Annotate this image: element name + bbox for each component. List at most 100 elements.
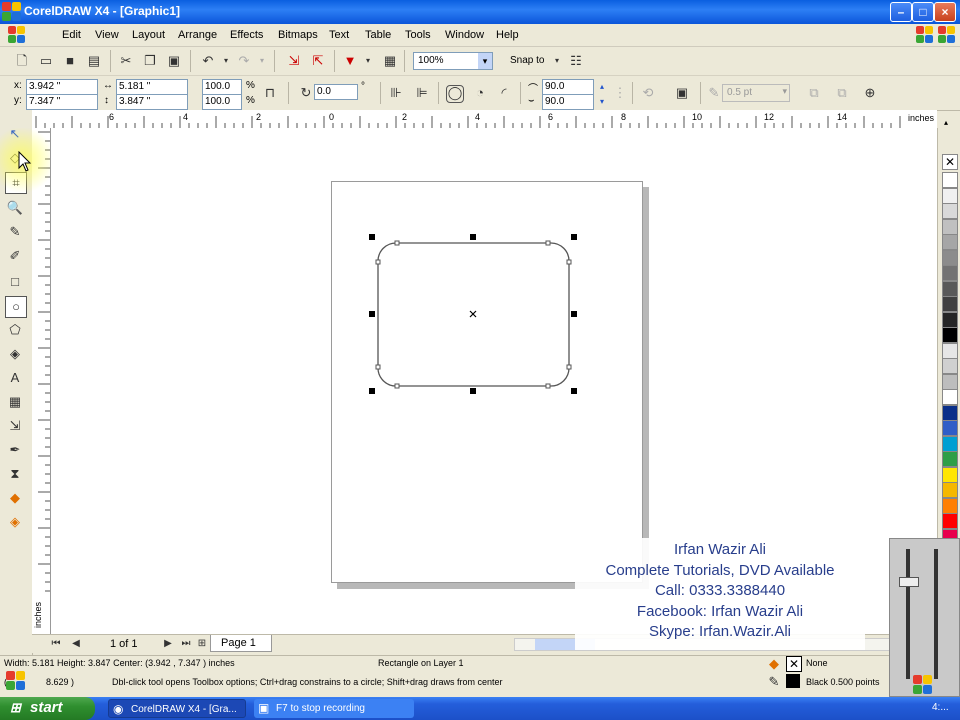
corner-node[interactable]: [545, 240, 551, 246]
y-position-field[interactable]: 7.347 ": [26, 94, 98, 110]
handle-bottom-right[interactable]: [571, 388, 577, 394]
open-folder-icon[interactable]: ▭: [38, 53, 54, 69]
palette-color-swatch[interactable]: [942, 234, 958, 250]
corner-node[interactable]: [394, 383, 400, 389]
handle-middle-left[interactable]: [369, 311, 375, 317]
export-icon[interactable]: ⇱: [310, 53, 326, 69]
undo-icon[interactable]: ↶: [200, 53, 216, 69]
corner-node[interactable]: [375, 259, 381, 265]
palette-color-swatch[interactable]: [942, 435, 958, 452]
palette-color-swatch[interactable]: [942, 311, 958, 328]
mirror-horizontal-icon[interactable]: ⊪: [388, 85, 404, 101]
corner-node[interactable]: [566, 364, 572, 370]
fill-none-swatch[interactable]: ✕: [786, 656, 802, 672]
first-page-icon[interactable]: ⏮: [48, 636, 64, 652]
polygon-tool-icon[interactable]: ⬠: [5, 320, 25, 340]
fill-tool-icon[interactable]: ◆: [5, 488, 25, 508]
start-button[interactable]: ⊞ start: [0, 697, 95, 720]
chamfered-corner-icon[interactable]: ◜: [496, 85, 512, 101]
volume-track[interactable]: [906, 549, 910, 679]
print-icon[interactable]: ▤: [86, 53, 102, 69]
volume-slider-thumb[interactable]: [899, 577, 919, 587]
text-tool-icon[interactable]: A: [5, 368, 25, 388]
palette-color-swatch[interactable]: [942, 358, 958, 374]
mirror-vertical-icon[interactable]: ⊫: [414, 85, 430, 101]
menu-view[interactable]: View: [95, 29, 119, 41]
palette-color-swatch[interactable]: [942, 296, 958, 312]
import-icon[interactable]: ⇲: [286, 53, 302, 69]
lock-corners-icon[interactable]: ⋮: [612, 85, 628, 101]
horizontal-ruler[interactable]: 6 4 2 0 2 4 6 8 10 12 14 inches: [32, 110, 937, 129]
table-tool-icon[interactable]: ▦: [5, 392, 25, 412]
wrap-text-icon[interactable]: ⟲: [640, 85, 656, 101]
handle-top-left[interactable]: [369, 234, 375, 240]
last-page-icon[interactable]: ⏭: [178, 636, 194, 652]
palette-color-swatch[interactable]: [942, 265, 958, 281]
menu-bitmaps[interactable]: Bitmaps: [278, 29, 318, 41]
options-icon[interactable]: ☷: [568, 53, 584, 69]
corner-node[interactable]: [545, 383, 551, 389]
palette-color-swatch[interactable]: [942, 327, 958, 343]
zoom-tool-icon[interactable]: 🔍: [5, 198, 25, 218]
palette-color-swatch[interactable]: [942, 497, 958, 514]
palette-color-swatch[interactable]: [942, 187, 958, 204]
zoom-level-select[interactable]: 100% ▾: [413, 52, 493, 70]
menu-window[interactable]: Window: [445, 29, 484, 41]
lock-ratio-icon[interactable]: ⊓: [262, 85, 278, 101]
palette-color-swatch[interactable]: [942, 218, 958, 235]
cut-icon[interactable]: ✂: [118, 53, 134, 69]
corner-radius-top-field[interactable]: 90.0: [542, 79, 594, 95]
target-icon[interactable]: ⊕: [862, 85, 878, 101]
interactive-blend-tool-icon[interactable]: ⧗: [5, 464, 25, 484]
palette-color-swatch[interactable]: [942, 203, 958, 219]
menu-arrange[interactable]: Arrange: [178, 29, 217, 41]
palette-color-swatch[interactable]: [942, 466, 958, 483]
corner-node[interactable]: [375, 364, 381, 370]
basic-shapes-tool-icon[interactable]: ◈: [5, 344, 25, 364]
convert-to-curves-icon[interactable]: ⧉: [806, 85, 822, 101]
to-front-icon[interactable]: ▣: [674, 85, 690, 101]
interactive-fill-tool-icon[interactable]: ◈: [5, 512, 25, 532]
palette-color-swatch[interactable]: [942, 482, 958, 498]
minimize-button[interactable]: –: [890, 2, 912, 22]
page-tab[interactable]: Page 1: [210, 635, 272, 652]
palette-color-swatch[interactable]: [942, 373, 958, 390]
palette-scroll-up-icon[interactable]: ▴: [944, 118, 948, 127]
save-icon[interactable]: ■: [62, 53, 78, 69]
previous-page-icon[interactable]: ◀: [68, 636, 84, 652]
menu-table[interactable]: Table: [365, 29, 391, 41]
vertical-ruler[interactable]: inches: [32, 128, 51, 634]
corner-bottom-spinner-icon[interactable]: ▾: [594, 94, 610, 110]
outline-pen-status-icon[interactable]: ✎: [766, 674, 782, 690]
redo-icon[interactable]: ↷: [236, 53, 252, 69]
fill-bucket-icon[interactable]: ◆: [766, 656, 782, 672]
chevron-down-icon[interactable]: ▾: [782, 86, 787, 97]
object-width-field[interactable]: 5.181 ": [116, 79, 188, 95]
menu-tools[interactable]: Tools: [405, 29, 431, 41]
launcher-dropdown-icon[interactable]: ▾: [360, 53, 376, 69]
scalloped-corner-icon[interactable]: ◔: [472, 85, 488, 101]
palette-color-swatch[interactable]: [942, 280, 958, 297]
no-color-swatch[interactable]: ✕: [942, 154, 958, 170]
menu-effects[interactable]: Effects: [230, 29, 263, 41]
ellipse-tool-icon[interactable]: ○: [5, 296, 27, 318]
palette-color-swatch[interactable]: [942, 404, 958, 421]
menu-help[interactable]: Help: [496, 29, 519, 41]
parallel-dimension-tool-icon[interactable]: ⇲: [5, 416, 25, 436]
maximize-button[interactable]: □: [912, 2, 934, 22]
object-height-field[interactable]: 3.847 ": [116, 94, 188, 110]
corner-radius-bottom-field[interactable]: 90.0: [542, 94, 594, 110]
taskbar-item-coreldraw[interactable]: ◉ CorelDRAW X4 - [Gra...: [108, 699, 246, 718]
combine-icon[interactable]: ⧉: [834, 85, 850, 101]
smart-fill-tool-icon[interactable]: ✐: [5, 246, 25, 266]
handle-top-right[interactable]: [571, 234, 577, 240]
document-logo-icon[interactable]: [8, 26, 26, 44]
palette-color-swatch[interactable]: [942, 420, 958, 436]
palette-color-swatch[interactable]: [942, 249, 958, 266]
x-position-field[interactable]: 3.942 ": [26, 79, 98, 95]
copy-icon[interactable]: ❐: [142, 53, 158, 69]
menu-layout[interactable]: Layout: [132, 29, 165, 41]
undo-dropdown-icon[interactable]: ▾: [218, 53, 234, 69]
snap-to-button[interactable]: Snap to: [510, 55, 544, 66]
palette-color-swatch[interactable]: [942, 451, 958, 467]
